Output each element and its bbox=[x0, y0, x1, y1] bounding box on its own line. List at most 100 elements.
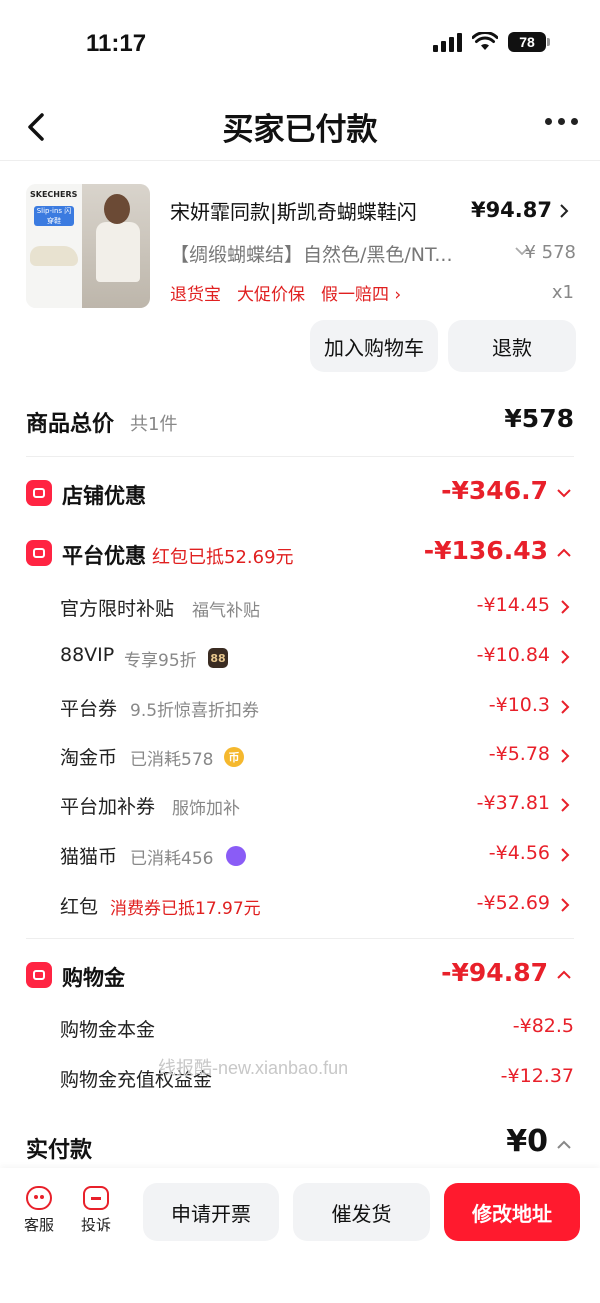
discount-item-label: 平台券 bbox=[60, 698, 118, 720]
service-tags[interactable]: 退货宝 大促价保 假一赔四 › bbox=[170, 280, 401, 305]
shoe-image bbox=[30, 246, 78, 266]
service-price-protect[interactable]: 大促价保 bbox=[237, 280, 305, 305]
vip-88-badge-icon: 88 bbox=[208, 648, 228, 668]
store-discount-row[interactable]: 店铺优惠 -¥346.7 bbox=[26, 474, 574, 514]
cat-coin-icon bbox=[226, 846, 246, 866]
discount-item-amount: -¥52.69 bbox=[476, 892, 550, 914]
discount-item-amount: -¥37.81 bbox=[476, 792, 550, 814]
more-icon[interactable] bbox=[545, 118, 578, 125]
coupon-icon bbox=[26, 540, 52, 566]
complain-label: 投诉 bbox=[80, 1216, 111, 1234]
discount-item-note: 专享95折 bbox=[124, 651, 197, 671]
product-spec[interactable]: 【绸缎蝴蝶结】自然色/黑色/NT... bbox=[170, 240, 500, 267]
discount-item-label: 淘金币 bbox=[60, 747, 118, 769]
store-discount-amount: -¥346.7 bbox=[441, 476, 548, 505]
discount-item[interactable]: 猫猫币 已消耗456 -¥4.56 bbox=[60, 838, 574, 874]
chevron-up-icon[interactable] bbox=[556, 546, 572, 560]
discount-item-note: 服饰加补 bbox=[172, 799, 240, 819]
total-price-row: 商品总价 共1件 ¥578 bbox=[26, 398, 574, 450]
signal-icon bbox=[433, 32, 462, 52]
shopping-gold-item-amount: -¥82.5 bbox=[512, 1015, 574, 1037]
platform-discount-amount: -¥136.43 bbox=[423, 536, 548, 565]
chevron-down-icon[interactable] bbox=[556, 486, 572, 500]
discount-item-amount: -¥10.3 bbox=[488, 694, 550, 716]
shopping-gold-item: 购物金本金 -¥82.5 bbox=[60, 1011, 574, 1047]
discount-item-label: 官方限时补贴 bbox=[60, 598, 175, 620]
bottom-action-bar: 客服 投诉 申请开票 催发货 修改地址 bbox=[0, 1168, 600, 1303]
divider bbox=[26, 938, 574, 939]
shopping-gold-item-amount: -¥12.37 bbox=[500, 1065, 574, 1087]
service-fake-compensate[interactable]: 假一赔四 › bbox=[321, 280, 401, 305]
discount-item[interactable]: 官方限时补贴 福气补贴 -¥14.45 bbox=[60, 590, 574, 626]
chevron-right-icon[interactable] bbox=[558, 202, 570, 220]
chevron-up-icon[interactable] bbox=[556, 968, 572, 982]
store-discount-label: 店铺优惠 bbox=[62, 484, 146, 508]
chevron-right-icon[interactable] bbox=[560, 649, 570, 665]
discount-item-amount: -¥5.78 bbox=[488, 743, 550, 765]
store-icon bbox=[26, 480, 52, 506]
total-count: 共1件 bbox=[130, 414, 178, 435]
customer-service-button[interactable]: 客服 bbox=[14, 1186, 64, 1235]
paid-label: 实付款 bbox=[26, 1138, 93, 1163]
paid-row[interactable]: 实付款 ¥0 bbox=[26, 1122, 574, 1170]
product-card[interactable]: SKECHERS Slip-ins 闪穿鞋 宋妍霏同款|斯凯奇蝴蝶鞋闪 ¥94.… bbox=[26, 184, 576, 310]
platform-discount-label: 平台优惠 bbox=[62, 544, 146, 568]
paid-amount: ¥0 bbox=[506, 1124, 548, 1159]
discount-item-amount: -¥10.84 bbox=[476, 644, 550, 666]
chevron-right-icon[interactable] bbox=[560, 897, 570, 913]
discount-item[interactable]: 平台加补券 服饰加补 -¥37.81 bbox=[60, 788, 574, 824]
discount-item-note: 9.5折惊喜折扣券 bbox=[130, 701, 260, 721]
discount-item-amount: -¥4.56 bbox=[488, 842, 550, 864]
product-name[interactable]: 宋妍霏同款|斯凯奇蝴蝶鞋闪 bbox=[170, 196, 460, 225]
product-quantity: x1 bbox=[551, 282, 574, 303]
page-title: 买家已付款 bbox=[222, 112, 378, 148]
thumb-brand-logo: SKECHERS bbox=[30, 190, 78, 199]
discount-item-amount: -¥14.45 bbox=[476, 594, 550, 616]
total-amount: ¥578 bbox=[504, 404, 574, 433]
service-return-insurance[interactable]: 退货宝 bbox=[170, 280, 221, 305]
complain-icon bbox=[83, 1186, 109, 1210]
original-price: ¥ 578 bbox=[524, 242, 576, 263]
divider bbox=[26, 456, 574, 457]
battery-icon: 78 bbox=[508, 32, 550, 52]
chevron-right-icon[interactable] bbox=[560, 797, 570, 813]
complain-button[interactable]: 投诉 bbox=[71, 1186, 121, 1235]
shopping-gold-row[interactable]: 购物金 -¥94.87 bbox=[26, 956, 574, 996]
add-to-cart-button[interactable]: 加入购物车 bbox=[310, 320, 438, 372]
platform-discount-note: 红包已抵52.69元 bbox=[152, 547, 294, 568]
discount-item-label: 猫猫币 bbox=[60, 846, 118, 868]
wifi-icon bbox=[472, 32, 498, 50]
platform-discount-row[interactable]: 平台优惠 红包已抵52.69元 -¥136.43 bbox=[26, 534, 574, 574]
shopping-gold-label: 购物金 bbox=[62, 966, 125, 990]
customer-service-label: 客服 bbox=[23, 1216, 54, 1234]
product-thumbnail[interactable]: SKECHERS Slip-ins 闪穿鞋 bbox=[26, 184, 150, 308]
discount-item-label: 88VIP bbox=[60, 644, 115, 666]
discount-item-note: 已消耗578 bbox=[130, 750, 214, 770]
urge-shipping-button[interactable]: 催发货 bbox=[293, 1183, 430, 1241]
model-image bbox=[96, 222, 140, 282]
gold-coin-icon: 币 bbox=[224, 747, 244, 767]
discount-item[interactable]: 88VIP 专享95折 88 -¥10.84 bbox=[60, 640, 574, 676]
shopping-bag-icon bbox=[26, 962, 52, 988]
customer-service-icon bbox=[26, 1186, 52, 1210]
chevron-right-icon[interactable] bbox=[560, 599, 570, 615]
discount-item-note: 福气补贴 bbox=[192, 601, 260, 621]
refund-button[interactable]: 退款 bbox=[448, 320, 576, 372]
change-address-button[interactable]: 修改地址 bbox=[444, 1183, 580, 1241]
chevron-right-icon[interactable] bbox=[560, 748, 570, 764]
total-label: 商品总价 bbox=[26, 412, 115, 437]
discount-item-label: 平台加补券 bbox=[60, 796, 156, 818]
discount-item-note: 消费券已抵17.97元 bbox=[110, 899, 261, 919]
chevron-right-icon[interactable] bbox=[560, 847, 570, 863]
discount-item[interactable]: 淘金币 已消耗578 币 -¥5.78 bbox=[60, 739, 574, 775]
status-icons: 78 bbox=[433, 32, 550, 52]
discount-item[interactable]: 平台券 9.5折惊喜折扣券 -¥10.3 bbox=[60, 690, 574, 726]
request-invoice-button[interactable]: 申请开票 bbox=[143, 1183, 279, 1241]
chevron-up-icon[interactable] bbox=[556, 1138, 572, 1152]
nav-bar: 买家已付款 bbox=[0, 96, 600, 161]
chevron-right-icon[interactable] bbox=[560, 699, 570, 715]
discount-item[interactable]: 红包 消费券已抵17.97元 -¥52.69 bbox=[60, 888, 574, 924]
product-price: ¥94.87 bbox=[470, 198, 552, 222]
shopping-gold-amount: -¥94.87 bbox=[441, 958, 548, 987]
product-actions: 加入购物车 退款 bbox=[310, 320, 576, 372]
